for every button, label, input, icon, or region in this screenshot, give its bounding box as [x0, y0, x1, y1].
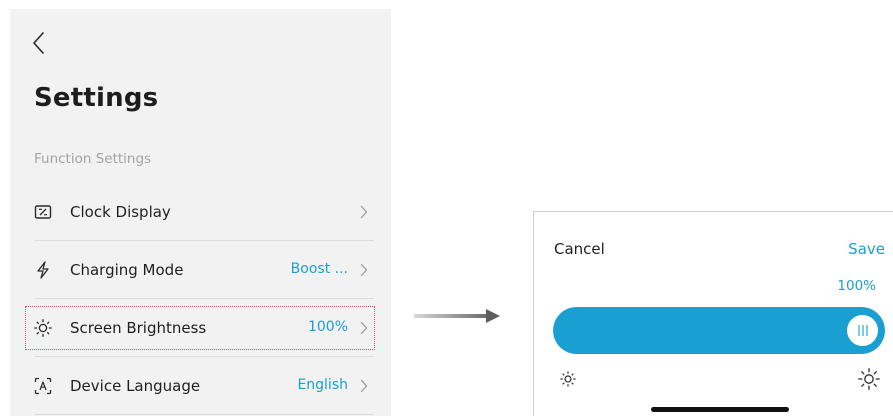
- sun-low-icon: [560, 371, 576, 387]
- slider-fill: [553, 307, 885, 354]
- language-icon: [34, 377, 52, 395]
- sun-icon: [34, 319, 52, 337]
- settings-row-device-language[interactable]: Device Language English: [26, 365, 374, 407]
- settings-row-label: Charging Mode: [70, 261, 184, 279]
- settings-row-label: Clock Display: [70, 203, 171, 221]
- row-divider: [35, 414, 374, 415]
- back-chevron-icon[interactable]: [30, 30, 48, 56]
- transition-arrow-icon: [414, 309, 500, 323]
- row-divider: [35, 240, 374, 241]
- row-divider: [35, 356, 374, 357]
- settings-row-value: Boost ...: [290, 261, 348, 277]
- settings-row-charging-mode[interactable]: Charging Mode Boost ...: [26, 249, 374, 291]
- chevron-right-icon: [360, 321, 368, 335]
- settings-row-value: English: [297, 377, 348, 393]
- brightness-value: 100%: [837, 278, 876, 294]
- sun-high-icon: [858, 368, 880, 390]
- settings-row-value: 100%: [307, 319, 348, 335]
- home-indicator: [651, 407, 789, 412]
- settings-row-clock-display[interactable]: Clock Display: [26, 191, 374, 233]
- brightness-slider[interactable]: [553, 307, 885, 354]
- brightness-dialog: Cancel Save 100%: [533, 211, 893, 416]
- settings-panel: Settings Function Settings Clock Display…: [10, 9, 391, 416]
- slider-thumb[interactable]: [847, 315, 878, 346]
- clock-display-icon: [34, 205, 52, 219]
- settings-row-screen-brightness[interactable]: Screen Brightness 100%: [25, 306, 375, 350]
- section-label: Function Settings: [34, 151, 152, 167]
- settings-row-label: Device Language: [70, 377, 201, 395]
- chevron-right-icon: [360, 379, 368, 393]
- row-divider: [35, 298, 374, 299]
- chevron-right-icon: [360, 205, 368, 219]
- cancel-button[interactable]: Cancel: [554, 240, 605, 258]
- page-title: Settings: [34, 83, 159, 113]
- lightning-icon: [37, 261, 49, 279]
- settings-row-label: Screen Brightness: [70, 319, 207, 337]
- save-button[interactable]: Save: [848, 240, 885, 258]
- chevron-right-icon: [360, 263, 368, 277]
